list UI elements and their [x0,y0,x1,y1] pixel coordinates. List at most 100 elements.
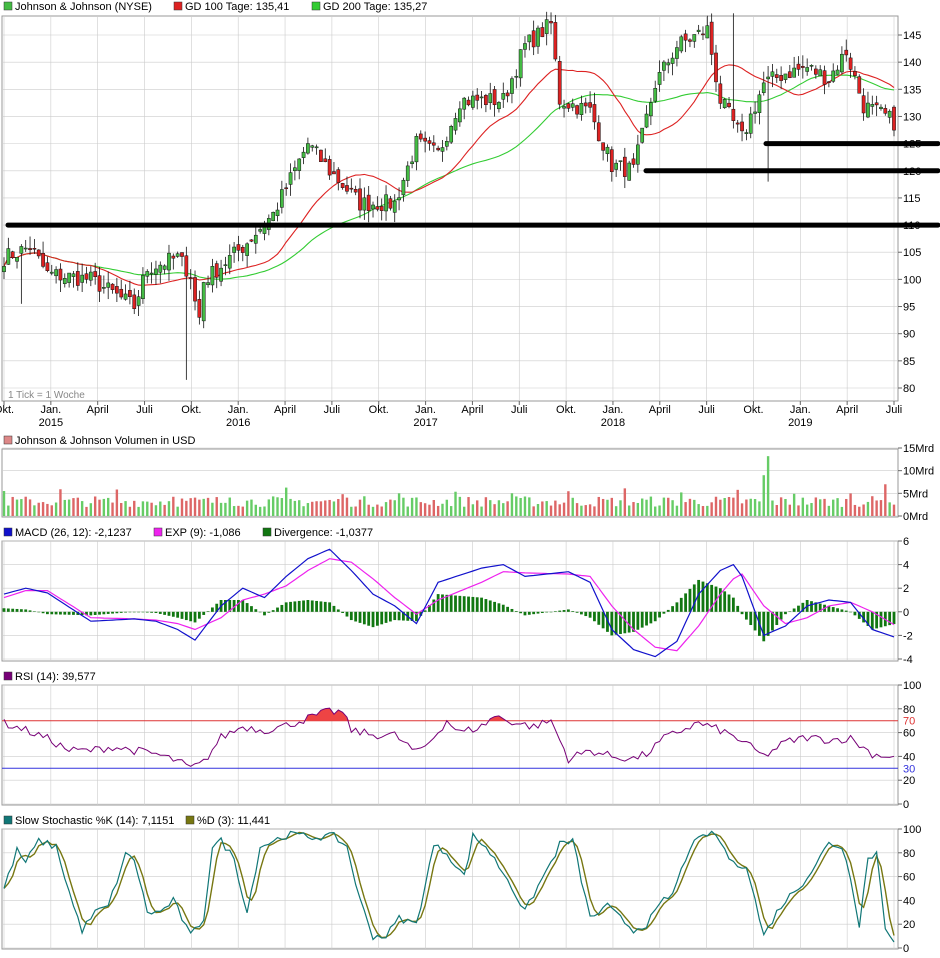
divergence-bar [63,611,67,615]
year-label: 2019 [788,417,812,429]
volume-bar [606,499,609,516]
divergence-bar [536,611,540,614]
divergence-bar [671,606,674,612]
volume-bar [449,506,453,516]
legend-swatch-gd200 [311,1,321,11]
exp-line [3,558,895,652]
volume-bar [267,499,271,516]
volume-bar [298,500,301,516]
divergence-bar [736,605,740,612]
volume-bar [276,497,279,516]
rsi-panel-frame [1,684,899,806]
volume-bar [50,505,53,516]
rsi-tick-label: 60 [903,728,915,740]
month-label: Okt. [369,404,389,416]
volume-bar [341,494,344,516]
volume-bar [284,487,288,516]
volume-bar [193,497,197,516]
volume-bar [2,491,6,516]
divergence-bar [132,611,136,613]
divergence-bar [289,601,292,612]
divergence-bar [41,611,45,614]
candle-body [427,140,432,144]
rsi-reference-label: 30 [903,763,915,775]
candle-body [115,286,119,294]
volume-bar [11,496,14,516]
volume-bar [805,504,809,516]
rsi-tick-label: 80 [903,704,915,716]
divergence-bar [141,611,145,613]
candle-body [58,268,63,281]
volume-bar [645,499,648,516]
volume-bar [658,505,661,516]
macd-y-axis: -4 -2 0 2 4 6 [898,536,913,666]
candle-body [288,172,293,185]
volume-bar [419,502,422,516]
rsi-legend: RSI (14): 39,577 [15,671,96,683]
candle-body [510,78,514,94]
support-lines [5,141,940,228]
divergence-bar [332,605,336,612]
volume-bar [671,500,674,516]
divergence-bar [189,611,193,622]
volume-bar [714,496,718,516]
volume-bar [159,501,162,516]
candle-body [505,92,510,97]
divergence-bar [89,611,93,616]
divergence-bar [54,611,58,615]
candle-body [579,102,584,115]
candle-body [449,126,454,143]
volume-bar [875,500,878,516]
volume-bar [206,497,210,516]
volume-bar [749,498,752,516]
divergence-bar [354,611,358,622]
month-label: Jan. [415,404,436,416]
volume-bar [693,499,696,516]
divergence-bar [284,602,288,612]
candle-body [15,257,19,262]
volume-bar [271,496,275,516]
divergence-bar [627,611,631,633]
candle-body [570,103,575,108]
candle-body [75,271,80,286]
volume-bar [762,475,765,516]
divergence-bar [892,611,896,625]
price-tick-label: 130 [903,111,921,123]
candle-body [366,194,371,211]
volume-bar [814,497,818,516]
volume-bar [723,498,726,516]
candle-body [748,113,753,134]
month-label: April [649,404,671,416]
candles [2,11,896,380]
divergence-bar [731,597,735,612]
divergence-bar [67,611,71,615]
candle-body [770,71,775,77]
volume-bar [363,496,366,516]
volume-bar [562,502,566,516]
divergence-bar [197,611,201,619]
candle-body [840,53,844,73]
divergence-bar [336,609,340,612]
volume-bar [89,503,93,516]
divergence-bar [640,611,644,628]
divergence-bar [705,583,709,612]
volume-bar [54,502,58,516]
candle-body [232,246,236,253]
divergence-bar [514,611,518,612]
candle-body [722,99,727,109]
volume-bar [20,499,23,516]
divergence-bar [692,584,696,612]
volume-bar [627,505,631,516]
candle-body [670,57,675,64]
volume-bar [497,500,501,516]
divergence-bar [441,594,444,612]
divergence-bar [167,611,171,616]
year-label: 2017 [413,417,437,429]
candle-body [631,158,636,165]
rsi-legend-swatch [3,671,13,681]
stoch-d-legend-swatch [185,815,195,825]
macd-divergence-bars [2,579,896,642]
divergence-bar [727,594,731,612]
divergence-bar [323,601,327,612]
volume-bar [884,484,887,516]
